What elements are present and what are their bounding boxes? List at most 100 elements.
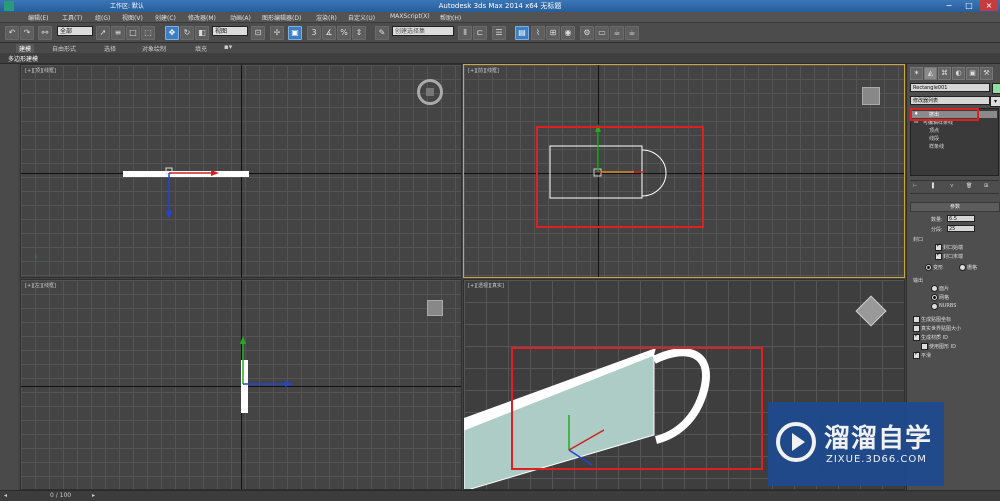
transform-gizmo[interactable] <box>233 330 303 390</box>
modifier-list-dropdown[interactable]: 修改器列表 <box>910 96 990 105</box>
select-manipulate-icon[interactable]: ✢ <box>270 26 284 40</box>
menu-rendering[interactable]: 渲染(R) <box>316 13 337 22</box>
menu-graph-editors[interactable]: 图形编辑器(D) <box>262 13 301 22</box>
menu-edit[interactable]: 编辑(E) <box>28 13 48 22</box>
minimize-button[interactable]: − <box>940 0 958 11</box>
next-frame-icon[interactable]: ▸ <box>92 492 95 499</box>
select-by-name-icon[interactable]: ≡ <box>111 26 125 40</box>
create-panel-icon[interactable]: ✶ <box>910 67 923 80</box>
chevron-down-icon[interactable]: ▾ <box>990 96 1000 107</box>
viewport-left-label[interactable]: [+][左][线框] <box>25 282 56 289</box>
curve-editor-icon[interactable]: ⌇ <box>531 26 545 40</box>
display-panel-icon[interactable]: ▣ <box>966 67 979 80</box>
undo-icon[interactable]: ↶ <box>5 26 19 40</box>
morph-radio[interactable] <box>925 264 932 271</box>
viewcube-icon[interactable] <box>862 87 880 105</box>
grid-radio[interactable] <box>959 264 966 271</box>
viewcube-icon[interactable] <box>417 79 443 105</box>
tab-modeling[interactable]: 建模 <box>16 44 35 53</box>
make-unique-icon[interactable]: ⋎ <box>950 183 954 189</box>
render-iterative-icon[interactable]: ☕ <box>625 26 639 40</box>
tab-selection[interactable]: 选择 <box>104 44 116 53</box>
pin-stack-icon[interactable]: ⊢ <box>913 183 917 189</box>
motion-panel-icon[interactable]: ◐ <box>952 67 965 80</box>
link-icon[interactable]: ⚯ <box>38 26 52 40</box>
gen-mapping-checkbox[interactable] <box>913 316 920 323</box>
layer-manager-icon[interactable]: ☰ <box>492 26 506 40</box>
rendered-frame-icon[interactable]: ▭ <box>595 26 609 40</box>
select-object-icon[interactable]: ➚ <box>96 26 110 40</box>
render-production-icon[interactable]: ☕ <box>610 26 624 40</box>
viewport-left[interactable]: [+][左][线框] <box>20 279 462 490</box>
modify-panel-icon[interactable]: ◭ <box>924 67 937 80</box>
tab-populate[interactable]: 填充 <box>195 44 207 53</box>
menu-views[interactable]: 视图(V) <box>122 13 143 22</box>
cap-end-checkbox[interactable] <box>935 251 942 260</box>
amount-spinner[interactable]: 6.5 <box>947 215 975 222</box>
viewcube-icon[interactable] <box>855 295 887 327</box>
angle-snap-icon[interactable]: ∡ <box>322 26 336 40</box>
ribbon-options-icon[interactable]: ▪▾ <box>224 43 232 51</box>
object-color-swatch[interactable] <box>992 83 1000 94</box>
gen-mat-ids-checkbox[interactable] <box>913 332 920 341</box>
maximize-button[interactable]: □ <box>960 0 978 11</box>
scale-icon[interactable]: ◧ <box>195 26 209 40</box>
tab-freeform[interactable]: 自由形式 <box>52 44 76 53</box>
named-selection-sets-dropdown[interactable]: 创建选择集 <box>392 26 454 36</box>
cap-start-checkbox[interactable] <box>935 242 942 251</box>
real-world-checkbox[interactable] <box>913 325 920 332</box>
stack-item-vertex[interactable]: 顶点 <box>929 127 939 134</box>
smooth-checkbox[interactable] <box>913 350 920 359</box>
schematic-view-icon[interactable]: ⊞ <box>546 26 560 40</box>
viewport-front-label[interactable]: [+][前][线框] <box>468 67 499 74</box>
keyboard-shortcut-icon[interactable]: ▣ <box>288 26 302 40</box>
polygon-modeling-label[interactable]: 多边形建模 <box>8 54 38 63</box>
window-crossing-icon[interactable]: ⬚ <box>141 26 155 40</box>
material-editor-icon[interactable]: ◉ <box>561 26 575 40</box>
nurbs-radio[interactable] <box>931 303 938 310</box>
patch-radio[interactable] <box>931 285 938 292</box>
viewport-front[interactable]: [+][前][线框] <box>463 64 905 278</box>
viewport-top-label[interactable]: [+][顶][线框] <box>25 67 56 74</box>
spinner-snap-icon[interactable]: ⇕ <box>352 26 366 40</box>
menu-animation[interactable]: 动画(A) <box>230 13 251 22</box>
menu-modifiers[interactable]: 修改器(M) <box>188 13 216 22</box>
viewport-top[interactable]: [+][顶][线框] ⌞ <box>20 64 462 278</box>
graphite-ribbon-icon[interactable]: ▤ <box>515 26 529 40</box>
rect-selection-icon[interactable]: □ <box>126 26 140 40</box>
reference-coord-dropdown[interactable]: 视图 <box>212 26 248 36</box>
use-shape-ids-checkbox[interactable] <box>921 343 928 350</box>
segments-spinner[interactable]: 25 <box>947 225 975 232</box>
status-arrow-icon[interactable]: ◂ <box>4 492 7 499</box>
redo-icon[interactable]: ↷ <box>20 26 34 40</box>
rotate-icon[interactable]: ↻ <box>180 26 194 40</box>
stack-item-segment[interactable]: 线段 <box>929 135 939 142</box>
utilities-panel-icon[interactable]: ⚒ <box>980 67 993 80</box>
render-setup-icon[interactable]: ⚙ <box>580 26 594 40</box>
pivot-center-icon[interactable]: ⊡ <box>251 26 265 40</box>
tab-object-paint[interactable]: 对象绘制 <box>142 44 166 53</box>
close-button[interactable]: × <box>980 0 998 11</box>
hierarchy-panel-icon[interactable]: ⌘ <box>938 67 951 80</box>
stack-item-spline[interactable]: 样条线 <box>929 143 944 150</box>
align-icon[interactable]: ⊏ <box>473 26 487 40</box>
snaps-toggle-icon[interactable]: 3 <box>307 26 321 40</box>
object-name-field[interactable]: Rectangle001 <box>910 83 990 92</box>
menu-maxscript[interactable]: MAXScript(X) <box>390 13 430 20</box>
viewcube-icon[interactable] <box>427 300 443 316</box>
menu-group[interactable]: 组(G) <box>95 13 110 22</box>
move-icon[interactable]: ✥ <box>165 26 179 40</box>
parameters-rollout-header[interactable]: 参数 <box>910 202 1000 212</box>
menu-help[interactable]: 帮助(H) <box>440 13 461 22</box>
selection-filter-dropdown[interactable]: 全部 <box>57 26 93 36</box>
menu-customize[interactable]: 自定义(U) <box>348 13 375 22</box>
frame-counter[interactable]: 0 / 100 <box>50 492 71 499</box>
show-end-result-icon[interactable]: ▌ <box>932 183 936 189</box>
mesh-radio[interactable] <box>931 294 938 301</box>
edit-named-sets-icon[interactable]: ✎ <box>375 26 389 40</box>
transform-gizmo[interactable] <box>161 163 231 223</box>
remove-modifier-icon[interactable]: 🗑 <box>966 183 972 189</box>
menu-create[interactable]: 创建(C) <box>155 13 176 22</box>
percent-snap-icon[interactable]: % <box>337 26 351 40</box>
configure-sets-icon[interactable]: ⊞ <box>984 183 988 189</box>
